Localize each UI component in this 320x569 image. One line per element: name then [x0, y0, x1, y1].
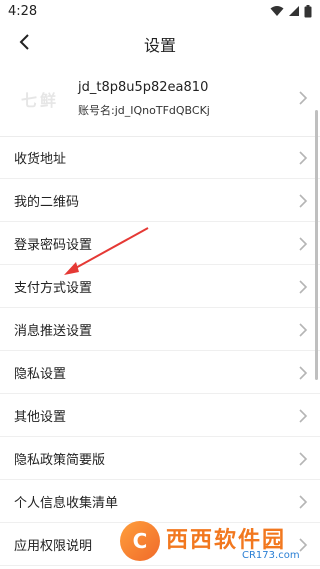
- status-icons: [270, 4, 312, 18]
- wifi-icon: [270, 6, 284, 16]
- menu-item-app-permissions[interactable]: 应用权限说明: [0, 523, 320, 566]
- menu-item-payment-settings[interactable]: 支付方式设置: [0, 265, 320, 308]
- settings-list: 收货地址 我的二维码 登录密码设置 支付方式设置 消息推送设置 隐私设置 其他设…: [0, 136, 320, 566]
- menu-item-label: 登录密码设置: [14, 237, 93, 253]
- chevron-right-icon: [299, 280, 308, 294]
- account-id: 账号名:jd_IQnoTFdQBCKj: [78, 104, 210, 117]
- signal-icon: [289, 6, 299, 16]
- menu-item-push-notifications[interactable]: 消息推送设置: [0, 308, 320, 351]
- chevron-right-icon: [299, 366, 308, 380]
- battery-icon: [304, 4, 312, 17]
- menu-item-other-settings[interactable]: 其他设置: [0, 394, 320, 437]
- chevron-right-icon: [299, 452, 308, 466]
- menu-item-label: 个人信息收集清单: [14, 495, 119, 511]
- page-title: 设置: [143, 36, 176, 55]
- menu-item-label: 其他设置: [14, 409, 67, 425]
- menu-item-label: 我的二维码: [14, 194, 80, 210]
- menu-item-label: 支付方式设置: [14, 280, 93, 296]
- chevron-right-icon: [299, 194, 308, 208]
- chevron-right-icon: [299, 237, 308, 251]
- chevron-right-icon: [299, 91, 308, 105]
- menu-item-shipping-address[interactable]: 收货地址: [0, 136, 320, 179]
- scrollbar[interactable]: [315, 110, 318, 380]
- menu-item-label: 应用权限说明: [14, 538, 93, 554]
- menu-item-label: 隐私政策简要版: [14, 452, 106, 468]
- menu-item-label: 收货地址: [14, 151, 67, 167]
- menu-item-personal-info-list[interactable]: 个人信息收集清单: [0, 480, 320, 523]
- menu-item-label: 消息推送设置: [14, 323, 93, 339]
- chevron-right-icon: [299, 495, 308, 509]
- chevron-right-icon: [299, 151, 308, 165]
- chevron-right-icon: [299, 538, 308, 552]
- menu-item-label: 隐私设置: [14, 366, 67, 382]
- menu-item-qr-code[interactable]: 我的二维码: [0, 179, 320, 222]
- chevron-right-icon: [299, 409, 308, 423]
- menu-item-login-password[interactable]: 登录密码设置: [0, 222, 320, 265]
- top-bar: 设置: [0, 22, 320, 62]
- menu-item-privacy-policy-summary[interactable]: 隐私政策简要版: [0, 437, 320, 480]
- chevron-right-icon: [299, 323, 308, 337]
- menu-item-privacy-settings[interactable]: 隐私设置: [0, 351, 320, 394]
- account-row[interactable]: 七鲜 jd_t8p8u5p82ea810 账号名:jd_IQnoTFdQBCKj: [0, 62, 320, 137]
- account-username: jd_t8p8u5p82ea810: [78, 80, 209, 95]
- status-bar: 4:28: [0, 0, 320, 22]
- avatar-logo: 七鲜: [20, 91, 59, 110]
- status-time: 4:28: [8, 3, 38, 19]
